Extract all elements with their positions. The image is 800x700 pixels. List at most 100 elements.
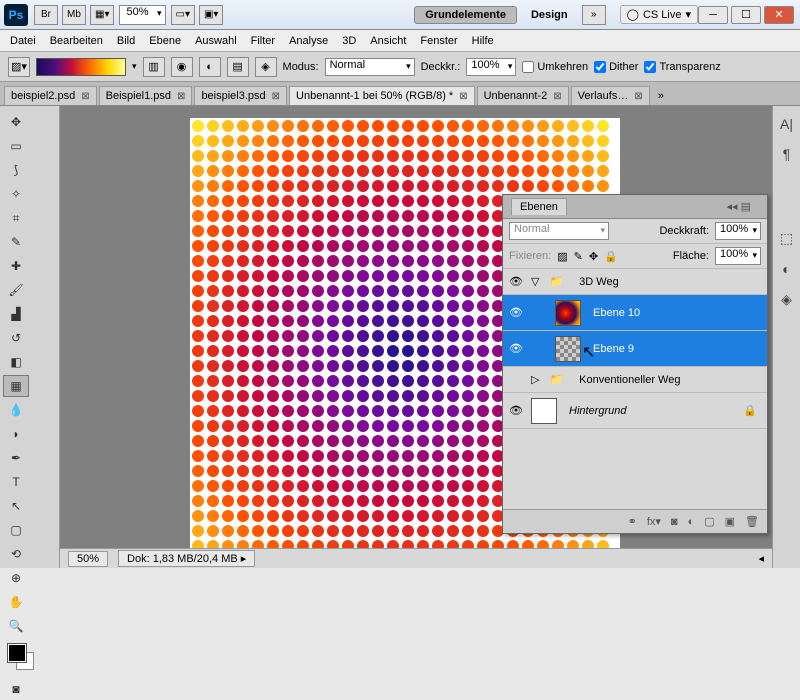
lock-transparency-icon[interactable]: ▨ bbox=[557, 250, 567, 263]
document-tab[interactable]: Verlaufs…⊠ bbox=[571, 86, 650, 105]
mode-dropdown[interactable]: Normal bbox=[325, 58, 415, 76]
document-tab[interactable]: Unbenannt-2⊠ bbox=[477, 86, 569, 105]
layer-item[interactable]: 👁Ebene 10 bbox=[503, 295, 767, 331]
tab-close-icon[interactable]: ⊠ bbox=[459, 91, 467, 102]
pen-tool[interactable]: ✒ bbox=[3, 447, 29, 469]
zoom-dropdown[interactable]: 50% bbox=[119, 5, 165, 25]
minibridge-button[interactable]: Mb bbox=[62, 5, 86, 25]
tabs-overflow[interactable]: » bbox=[652, 87, 670, 105]
layers-tab[interactable]: Ebenen bbox=[511, 198, 567, 215]
tab-close-icon[interactable]: ⊠ bbox=[272, 91, 280, 102]
opacity-field[interactable]: 100% bbox=[466, 58, 516, 76]
workspace-design[interactable]: Design bbox=[521, 7, 578, 23]
window-minimize[interactable]: ─ bbox=[698, 6, 728, 24]
move-tool[interactable]: ✥ bbox=[3, 111, 29, 133]
menu-fenster[interactable]: Fenster bbox=[420, 35, 457, 47]
workspace-more[interactable]: » bbox=[582, 5, 606, 25]
paragraph-panel-icon[interactable]: ¶ bbox=[783, 146, 791, 162]
document-tab[interactable]: Unbenannt-1 bei 50% (RGB/8) *⊠ bbox=[289, 86, 475, 105]
blend-mode-dropdown[interactable]: Normal bbox=[509, 222, 609, 240]
layers-panel-icon[interactable]: ◈ bbox=[781, 291, 792, 308]
dither-checkbox[interactable]: Dither bbox=[594, 61, 638, 73]
eraser-tool[interactable]: ◧ bbox=[3, 351, 29, 373]
menu-hilfe[interactable]: Hilfe bbox=[472, 35, 494, 47]
layer-fx-icon[interactable]: fx▾ bbox=[647, 515, 661, 528]
lock-pixels-icon[interactable]: ✎ bbox=[574, 250, 583, 263]
zoom-tool[interactable]: 🔍 bbox=[3, 615, 29, 637]
dodge-tool[interactable]: ◗ bbox=[3, 423, 29, 445]
layer-item[interactable]: 👁Hintergrund🔒 bbox=[503, 393, 767, 429]
layer-thumbnail[interactable] bbox=[555, 300, 581, 326]
path-tool[interactable]: ↖ bbox=[3, 495, 29, 517]
color-swatches[interactable] bbox=[8, 644, 34, 674]
tab-close-icon[interactable]: ⊠ bbox=[177, 91, 185, 102]
type-tool[interactable]: T bbox=[3, 471, 29, 493]
transparency-checkbox[interactable]: Transparenz bbox=[644, 61, 720, 73]
layer-thumbnail[interactable] bbox=[531, 398, 557, 424]
menu-bild[interactable]: Bild bbox=[117, 35, 135, 47]
wand-tool[interactable]: ✧ bbox=[3, 183, 29, 205]
menu-auswahl[interactable]: Auswahl bbox=[195, 35, 237, 47]
marquee-tool[interactable]: ▭ bbox=[3, 135, 29, 157]
window-close[interactable]: ✕ bbox=[764, 6, 794, 24]
stamp-tool[interactable]: ▟ bbox=[3, 303, 29, 325]
gradient-tool[interactable]: ▦ bbox=[3, 375, 29, 397]
visibility-toggle[interactable]: 👁 bbox=[507, 404, 525, 417]
gradient-radial[interactable]: ◉ bbox=[171, 57, 193, 77]
fill-field[interactable]: 100% bbox=[715, 247, 761, 265]
menu-filter[interactable]: Filter bbox=[251, 35, 275, 47]
gradient-preview[interactable] bbox=[36, 58, 126, 76]
tab-close-icon[interactable]: ⊠ bbox=[81, 91, 89, 102]
reverse-checkbox[interactable]: Umkehren bbox=[522, 61, 588, 73]
view-extras-button[interactable]: ▦▾ bbox=[90, 5, 114, 25]
layer-opacity-field[interactable]: 100% bbox=[715, 222, 761, 240]
panel-collapse-icon[interactable]: ◂◂ ▤ bbox=[719, 198, 760, 215]
layer-mask-icon[interactable]: ◙ bbox=[671, 516, 678, 528]
menu-3d[interactable]: 3D bbox=[342, 35, 356, 47]
menu-datei[interactable]: Datei bbox=[10, 35, 36, 47]
disclosure-icon[interactable]: ▽ bbox=[531, 275, 539, 288]
tool-preset[interactable]: ▨▾ bbox=[8, 57, 30, 77]
hand-tool[interactable]: ✋ bbox=[3, 591, 29, 613]
foreground-swatch[interactable] bbox=[8, 644, 26, 662]
gradient-reflected[interactable]: ▤ bbox=[227, 57, 249, 77]
blur-tool[interactable]: 💧 bbox=[3, 399, 29, 421]
window-maximize[interactable]: ☐ bbox=[731, 6, 761, 24]
layer-group[interactable]: ▷📁Konventioneller Weg bbox=[503, 367, 767, 393]
bridge-button[interactable]: Br bbox=[34, 5, 58, 25]
status-doc-info[interactable]: Dok: 1,83 MB/20,4 MB ▸ bbox=[118, 550, 255, 567]
3d-camera-tool[interactable]: ⊕ bbox=[3, 567, 29, 589]
document-tab[interactable]: beispiel2.psd⊠ bbox=[4, 86, 97, 105]
scroll-left-icon[interactable]: ◂ bbox=[758, 552, 764, 565]
tab-close-icon[interactable]: ⊠ bbox=[553, 91, 561, 102]
disclosure-icon[interactable]: ▷ bbox=[531, 373, 539, 386]
gradient-diamond[interactable]: ◈ bbox=[255, 57, 277, 77]
new-layer-icon[interactable]: ▣ bbox=[725, 515, 735, 528]
tab-close-icon[interactable]: ⊠ bbox=[634, 91, 642, 102]
menu-ansicht[interactable]: Ansicht bbox=[370, 35, 406, 47]
cslive-button[interactable]: ◯CS Live▾ bbox=[620, 5, 698, 24]
lock-all-icon[interactable]: 🔒 bbox=[604, 250, 618, 263]
arrange-button[interactable]: ▭▾ bbox=[171, 5, 195, 25]
navigator-panel-icon[interactable]: ⬚ bbox=[780, 230, 793, 247]
lasso-tool[interactable]: ⟆ bbox=[3, 159, 29, 181]
history-brush-tool[interactable]: ↺ bbox=[3, 327, 29, 349]
visibility-toggle[interactable]: 👁 bbox=[507, 306, 525, 319]
crop-tool[interactable]: ⌗ bbox=[3, 207, 29, 229]
adjustment-layer-icon[interactable]: ◐ bbox=[688, 516, 695, 528]
document-tab[interactable]: beispiel3.psd⊠ bbox=[194, 86, 287, 105]
adjustments-panel-icon[interactable]: ◐ bbox=[782, 261, 790, 277]
link-layers-icon[interactable]: ⚭ bbox=[628, 515, 637, 528]
menu-bearbeiten[interactable]: Bearbeiten bbox=[50, 35, 103, 47]
shape-tool[interactable]: ▢ bbox=[3, 519, 29, 541]
visibility-toggle[interactable]: 👁 bbox=[507, 342, 525, 355]
visibility-toggle[interactable]: 👁 bbox=[507, 275, 525, 288]
lock-position-icon[interactable]: ✥ bbox=[589, 250, 598, 263]
workspace-grundelemente[interactable]: Grundelemente bbox=[414, 6, 517, 24]
eyedropper-tool[interactable]: ✎ bbox=[3, 231, 29, 253]
status-zoom[interactable]: 50% bbox=[68, 551, 108, 567]
layer-item[interactable]: 👁Ebene 9 bbox=[503, 331, 767, 367]
new-group-icon[interactable]: ▢ bbox=[704, 515, 714, 528]
menu-ebene[interactable]: Ebene bbox=[149, 35, 181, 47]
gradient-linear[interactable]: ▥ bbox=[143, 57, 165, 77]
